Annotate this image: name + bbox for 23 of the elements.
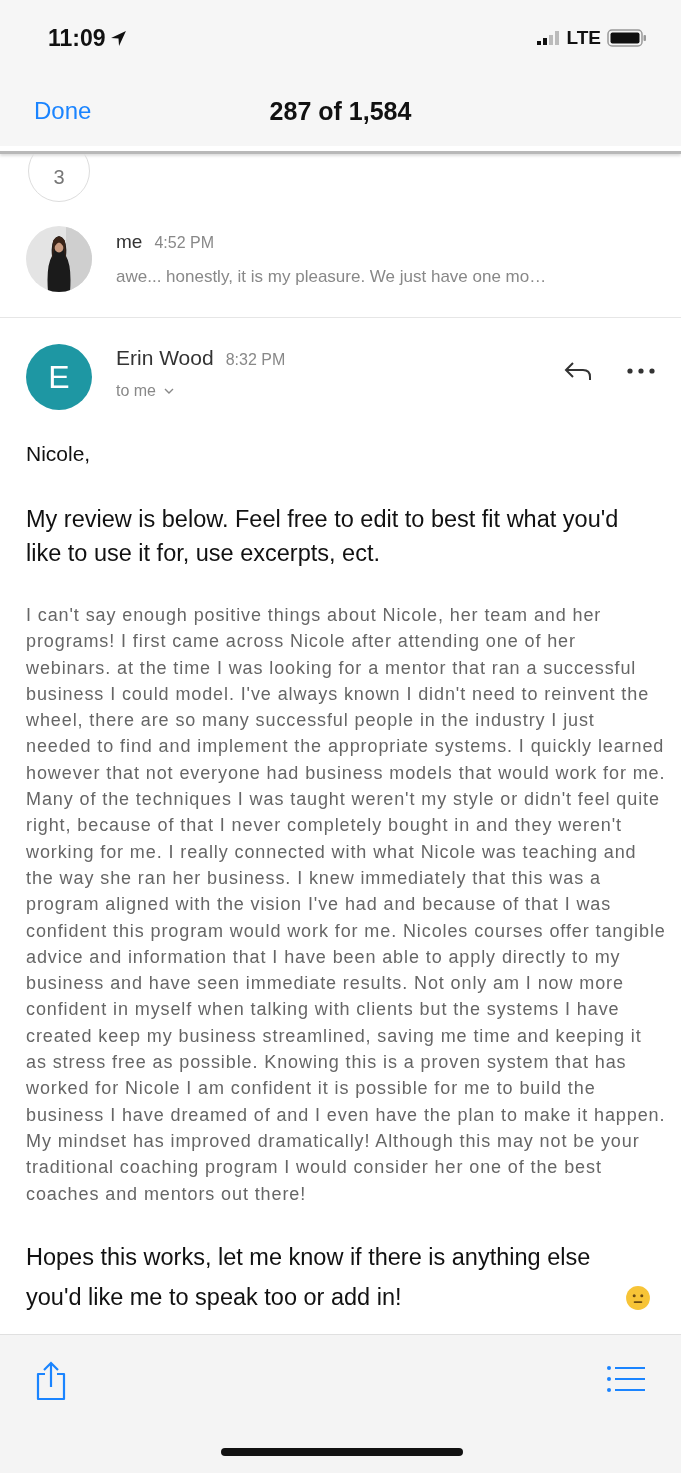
closing-text: Hopes this works, let me know if there is anything else you'd like me to speak too or add in! [26,1242,592,1312]
status-time: 11:09 [48,24,106,52]
message-snippet: awe... honestly, it is my pleasure. We just have one mo… [116,267,548,287]
list-icon[interactable] [607,1365,645,1393]
sender-name: Erin Wood [116,346,214,370]
recipient-toggle[interactable]: to me [116,382,539,400]
greeting-text: Nicole, [26,442,91,465]
more-icon[interactable] [627,368,655,374]
message-time: 8:32 PM [225,351,286,369]
avatar-initial: E [26,344,92,410]
message-counter: 287 of 1,584 [269,96,412,126]
location-arrow-icon [109,29,127,47]
message-time: 4:52 PM [154,234,214,252]
battery-icon [607,29,647,47]
signal-icon [536,31,561,45]
network-label: LTE [566,27,601,49]
sender-name: me [116,231,143,253]
review-paragraph: I can't say enough positive things about Nicole, her team and her programs! I first came across Nicole after attending one of her webinars. at the time I was looking for a mentor that ran a successful business I could model. I've always known I didn't need to reinvent the wheel, there are so many successful people in the industry I just needed to find and implement the appropriate systems. I quickly learned however that not everyone had business models that would work for me. Many of the techniques I was taught weren't my style or didn't feel quite right, because of that I never completely bought in and they weren't working for me. I really connected with what Nicole was teaching and the way she ran her business. I knew immediately that this was a program aligned with the vision I've had and because of that I was confident this program would work for me. Nicoles courses offer tangible advice and information that I have been able to apply directly to my business and have seen immediate results. Not only am I now more confident in myself when talking with clients but the systems I have created keep my business streamlined, saving me time and keeping it as stress free as possible. Knowing this is a proven system that has worked for Nicole I am confident it is possible for me to build the business I have dreamed of and I even have the plan to make it happen. My mindset has improved dramatically! Although this may not be your traditional coaching program I would consider her one of the best coaches and mentors out there! [26,605,666,1204]
intro-text: My review is below. Feel free to edit to best fit what you'd like to use it for, use excerpts, ect. [26,506,619,566]
share-icon[interactable] [34,1361,68,1401]
done-button[interactable]: Done [26,93,100,129]
chevron-icon [164,388,174,394]
reply-icon[interactable] [563,360,593,382]
